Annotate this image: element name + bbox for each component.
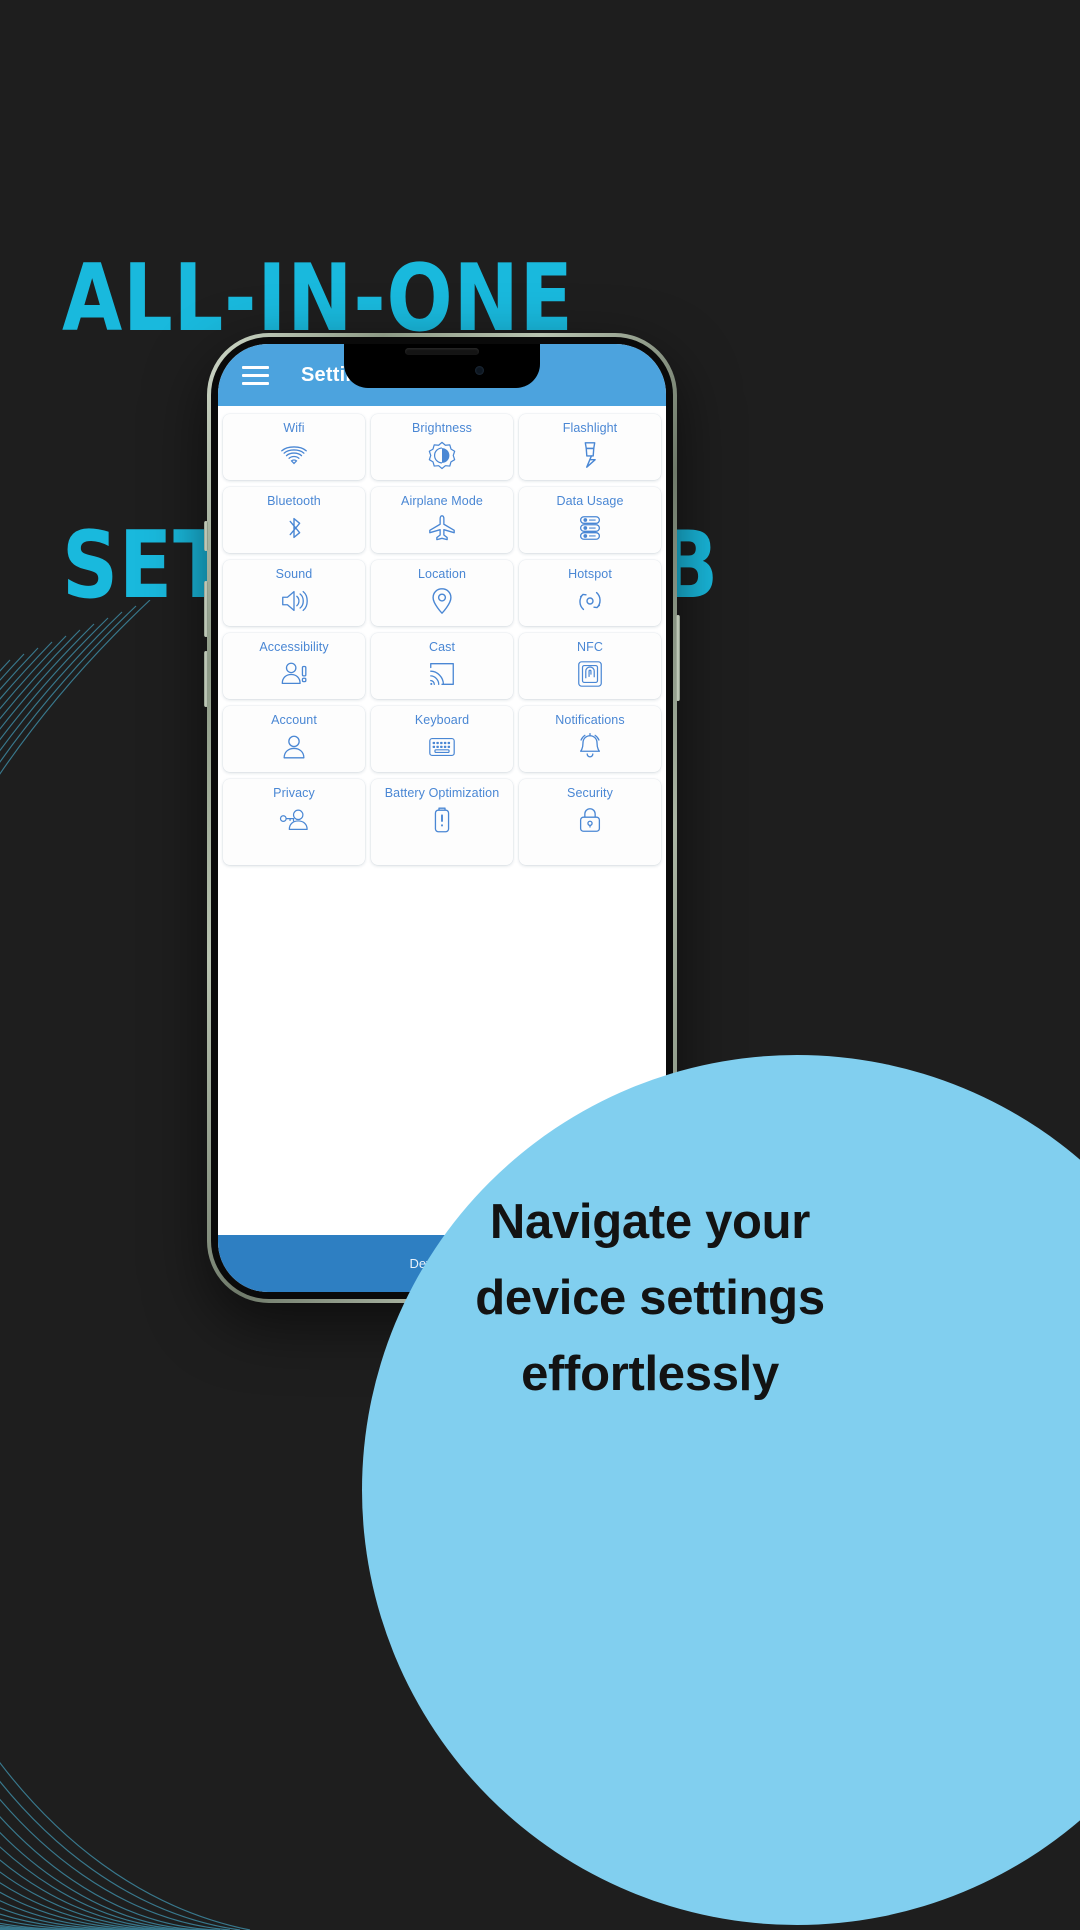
tile-label: Location	[417, 567, 467, 581]
tile-label: Security	[567, 786, 613, 800]
keyboard-icon	[427, 732, 457, 762]
hotspot-icon	[575, 586, 605, 616]
tagline-text: Navigate your device settings effortless…	[475, 1195, 825, 1401]
tile-label: Flashlight	[562, 421, 618, 435]
tile-label: Keyboard	[414, 713, 470, 727]
nfc-icon	[575, 659, 605, 689]
tile-label: Privacy	[273, 786, 315, 800]
tile-label: Sound	[275, 567, 313, 581]
tile-label: Account	[271, 713, 317, 727]
phone-volume-down-button[interactable]	[204, 651, 208, 707]
tile-label: Bluetooth	[267, 494, 321, 508]
earpiece-speaker	[405, 348, 479, 355]
bell-icon	[575, 732, 605, 762]
phone-power-button[interactable]	[676, 615, 680, 701]
tile-cast[interactable]: Cast	[371, 633, 513, 699]
tile-bluetooth[interactable]: Bluetooth	[223, 487, 365, 553]
app-header: Settings	[218, 344, 666, 406]
tile-hotspot[interactable]: Hotspot	[519, 560, 661, 626]
wifi-icon	[279, 440, 309, 470]
bluetooth-icon	[279, 513, 309, 543]
tile-label: Battery Optimization	[384, 786, 500, 800]
tile-privacy[interactable]: Privacy	[223, 779, 365, 865]
tile-label: Accessibility	[259, 640, 329, 654]
tile-notifications[interactable]: Notifications	[519, 706, 661, 772]
data-usage-icon	[575, 513, 605, 543]
accessibility-icon	[279, 659, 309, 689]
cast-icon	[427, 659, 457, 689]
tile-label: Data Usage	[556, 494, 624, 508]
tile-label: Airplane Mode	[401, 494, 483, 508]
tile-account[interactable]: Account	[223, 706, 365, 772]
tile-label: Wifi	[283, 421, 305, 435]
phone-notch	[344, 344, 540, 388]
lock-icon	[575, 805, 605, 835]
tile-sound[interactable]: Sound	[223, 560, 365, 626]
tile-label: Cast	[428, 640, 456, 654]
account-person-icon	[279, 732, 309, 762]
sound-icon	[279, 586, 309, 616]
phone-mute-switch[interactable]	[204, 521, 208, 551]
phone-volume-up-button[interactable]	[204, 581, 208, 637]
privacy-key-person-icon	[279, 805, 309, 835]
tile-battery-optimization[interactable]: Battery Optimization	[371, 779, 513, 865]
tile-location[interactable]: Location	[371, 560, 513, 626]
tile-nfc[interactable]: NFC	[519, 633, 661, 699]
location-pin-icon	[427, 586, 457, 616]
tile-security[interactable]: Security	[519, 779, 661, 865]
tile-label: Notifications	[555, 713, 625, 727]
tile-label: Hotspot	[568, 567, 612, 581]
tile-data-usage[interactable]: Data Usage	[519, 487, 661, 553]
brightness-icon	[427, 440, 457, 470]
headline-line-1: ALL-IN-ONE	[62, 243, 574, 352]
tile-keyboard[interactable]: Keyboard	[371, 706, 513, 772]
tile-accessibility[interactable]: Accessibility	[223, 633, 365, 699]
settings-tile-grid: Wifi Brightness Flashlight Bluetooth Air…	[218, 406, 666, 865]
tile-brightness[interactable]: Brightness	[371, 414, 513, 480]
battery-icon	[427, 805, 457, 835]
tile-flashlight[interactable]: Flashlight	[519, 414, 661, 480]
front-camera-icon	[475, 366, 484, 375]
flashlight-icon	[575, 440, 605, 470]
tile-airplane-mode[interactable]: Airplane Mode	[371, 487, 513, 553]
tile-label: Brightness	[411, 421, 473, 435]
airplane-icon	[427, 513, 457, 543]
hamburger-menu-icon[interactable]	[242, 365, 269, 385]
tile-label: NFC	[577, 640, 603, 654]
tile-wifi[interactable]: Wifi	[223, 414, 365, 480]
